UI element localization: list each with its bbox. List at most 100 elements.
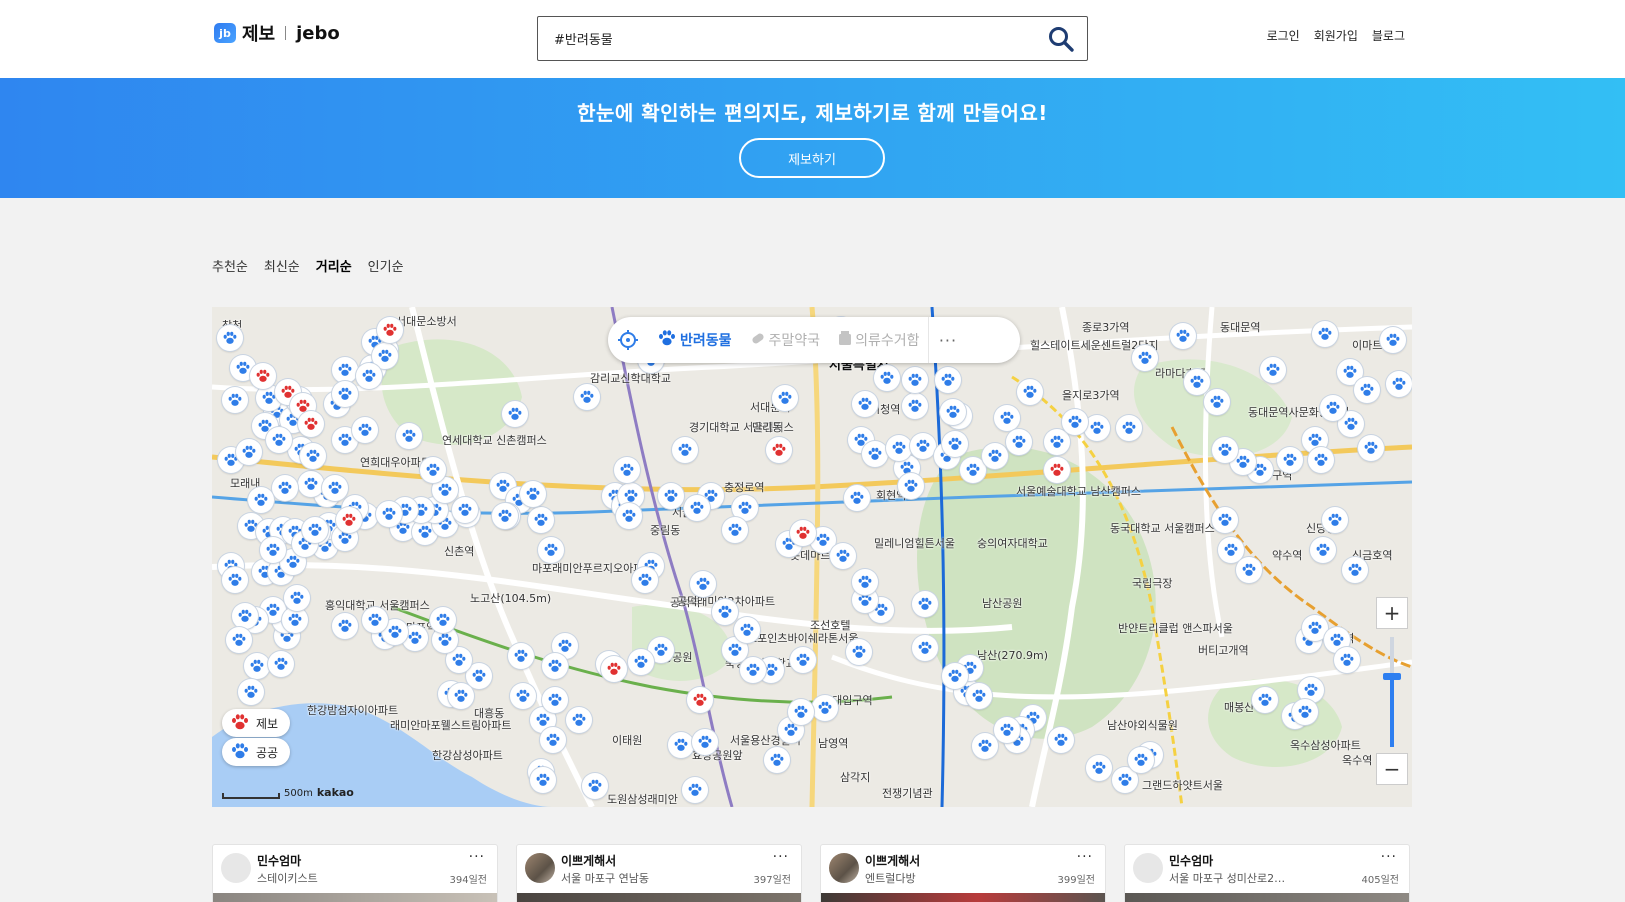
public-pin[interactable] [740, 657, 766, 683]
sort-latest[interactable]: 최신순 [264, 256, 300, 275]
public-pin[interactable] [672, 437, 698, 463]
report-pin[interactable] [766, 437, 792, 463]
public-pin[interactable] [912, 591, 938, 617]
public-pin[interactable] [244, 653, 270, 679]
public-pin[interactable] [935, 367, 961, 393]
public-pin[interactable] [1132, 345, 1158, 371]
report-pin[interactable] [377, 317, 403, 343]
public-pin[interactable] [902, 393, 928, 419]
public-pin[interactable] [332, 613, 358, 639]
public-pin[interactable] [266, 427, 292, 453]
public-pin[interactable] [1310, 537, 1336, 563]
public-pin[interactable] [222, 387, 248, 413]
public-pin[interactable] [982, 443, 1008, 469]
public-pin[interactable] [222, 567, 248, 593]
public-pin[interactable] [1170, 323, 1196, 349]
public-pin[interactable] [1184, 369, 1210, 395]
more-options-icon[interactable]: ··· [1381, 849, 1397, 865]
public-pin[interactable] [540, 727, 566, 753]
public-pin[interactable] [420, 457, 446, 483]
public-pin[interactable] [538, 537, 564, 563]
public-pin[interactable] [994, 405, 1020, 431]
public-pin[interactable] [852, 391, 878, 417]
report-pin[interactable] [250, 363, 276, 389]
post-thumbnail[interactable] [821, 893, 1105, 902]
public-pin[interactable] [226, 627, 252, 653]
public-pin[interactable] [508, 643, 534, 669]
public-pin[interactable] [1308, 447, 1334, 473]
public-pin[interactable] [356, 363, 382, 389]
public-pin[interactable] [542, 653, 568, 679]
public-pin[interactable] [1380, 327, 1406, 353]
public-pin[interactable] [238, 679, 264, 705]
more-options-icon[interactable]: ··· [1077, 849, 1093, 865]
legend-report[interactable]: 제보 [222, 709, 290, 737]
public-pin[interactable] [510, 683, 536, 709]
public-pin[interactable] [772, 385, 798, 411]
post-card[interactable]: 민수엄마 스테이키스트 ··· 394일전 [212, 844, 498, 902]
public-pin[interactable] [902, 367, 928, 393]
public-pin[interactable] [1320, 395, 1346, 421]
public-pin[interactable] [1342, 557, 1368, 583]
public-pin[interactable] [942, 431, 968, 457]
filter-weekend-pharmacy[interactable]: 주말약국 [741, 317, 830, 363]
public-pin[interactable] [376, 501, 402, 527]
public-pin[interactable] [1006, 429, 1032, 455]
public-pin[interactable] [1252, 687, 1278, 713]
public-pin[interactable] [852, 569, 878, 595]
public-pin[interactable] [1277, 447, 1303, 473]
sort-distance[interactable]: 거리순 [316, 256, 352, 275]
public-pin[interactable] [886, 435, 912, 461]
public-pin[interactable] [492, 503, 518, 529]
public-pin[interactable] [430, 607, 456, 633]
public-pin[interactable] [790, 647, 816, 673]
public-pin[interactable] [966, 683, 992, 709]
public-pin[interactable] [1044, 429, 1070, 455]
legend-public[interactable]: 공공 [222, 738, 290, 766]
public-pin[interactable] [682, 777, 708, 803]
public-pin[interactable] [1116, 415, 1142, 441]
public-pin[interactable] [910, 433, 936, 459]
public-pin[interactable] [1322, 507, 1348, 533]
public-pin[interactable] [236, 439, 262, 465]
public-pin[interactable] [284, 585, 310, 611]
public-pin[interactable] [298, 471, 324, 497]
sort-popular[interactable]: 인기순 [368, 256, 404, 275]
report-pin[interactable] [601, 656, 627, 682]
post-thumbnail[interactable] [213, 893, 497, 902]
public-pin[interactable] [332, 357, 358, 383]
public-pin[interactable] [248, 487, 274, 513]
public-pin[interactable] [874, 365, 900, 391]
public-pin[interactable] [1334, 647, 1360, 673]
public-pin[interactable] [972, 733, 998, 759]
search-input[interactable] [538, 17, 1018, 60]
public-pin[interactable] [362, 607, 388, 633]
public-pin[interactable] [830, 543, 856, 569]
public-pin[interactable] [1128, 747, 1154, 773]
more-options-icon[interactable]: ··· [469, 849, 485, 865]
public-pin[interactable] [844, 485, 870, 511]
public-pin[interactable] [940, 399, 966, 425]
public-pin[interactable] [1084, 415, 1110, 441]
post-card[interactable]: 이쁘게해서 서울 마포구 연남동 ··· 397일전 [516, 844, 802, 902]
public-pin[interactable] [566, 707, 592, 733]
public-pin[interactable] [232, 603, 258, 629]
public-pin[interactable] [846, 639, 872, 665]
public-pin[interactable] [632, 567, 658, 593]
public-pin[interactable] [898, 473, 924, 499]
public-pin[interactable] [1386, 371, 1412, 397]
public-pin[interactable] [862, 441, 888, 467]
public-pin[interactable] [690, 571, 716, 597]
public-pin[interactable] [520, 481, 546, 507]
public-pin[interactable] [574, 384, 600, 410]
public-pin[interactable] [942, 663, 968, 689]
blog-link[interactable]: 블로그 [1372, 27, 1405, 44]
public-pin[interactable] [668, 732, 694, 758]
public-pin[interactable] [1292, 699, 1318, 725]
zoom-in-button[interactable]: + [1376, 597, 1408, 629]
public-pin[interactable] [1204, 389, 1230, 415]
report-pin[interactable] [790, 520, 816, 546]
site-logo[interactable]: jb 제보 jebo [214, 20, 340, 46]
public-pin[interactable] [658, 483, 684, 509]
report-pin[interactable] [1044, 457, 1070, 483]
